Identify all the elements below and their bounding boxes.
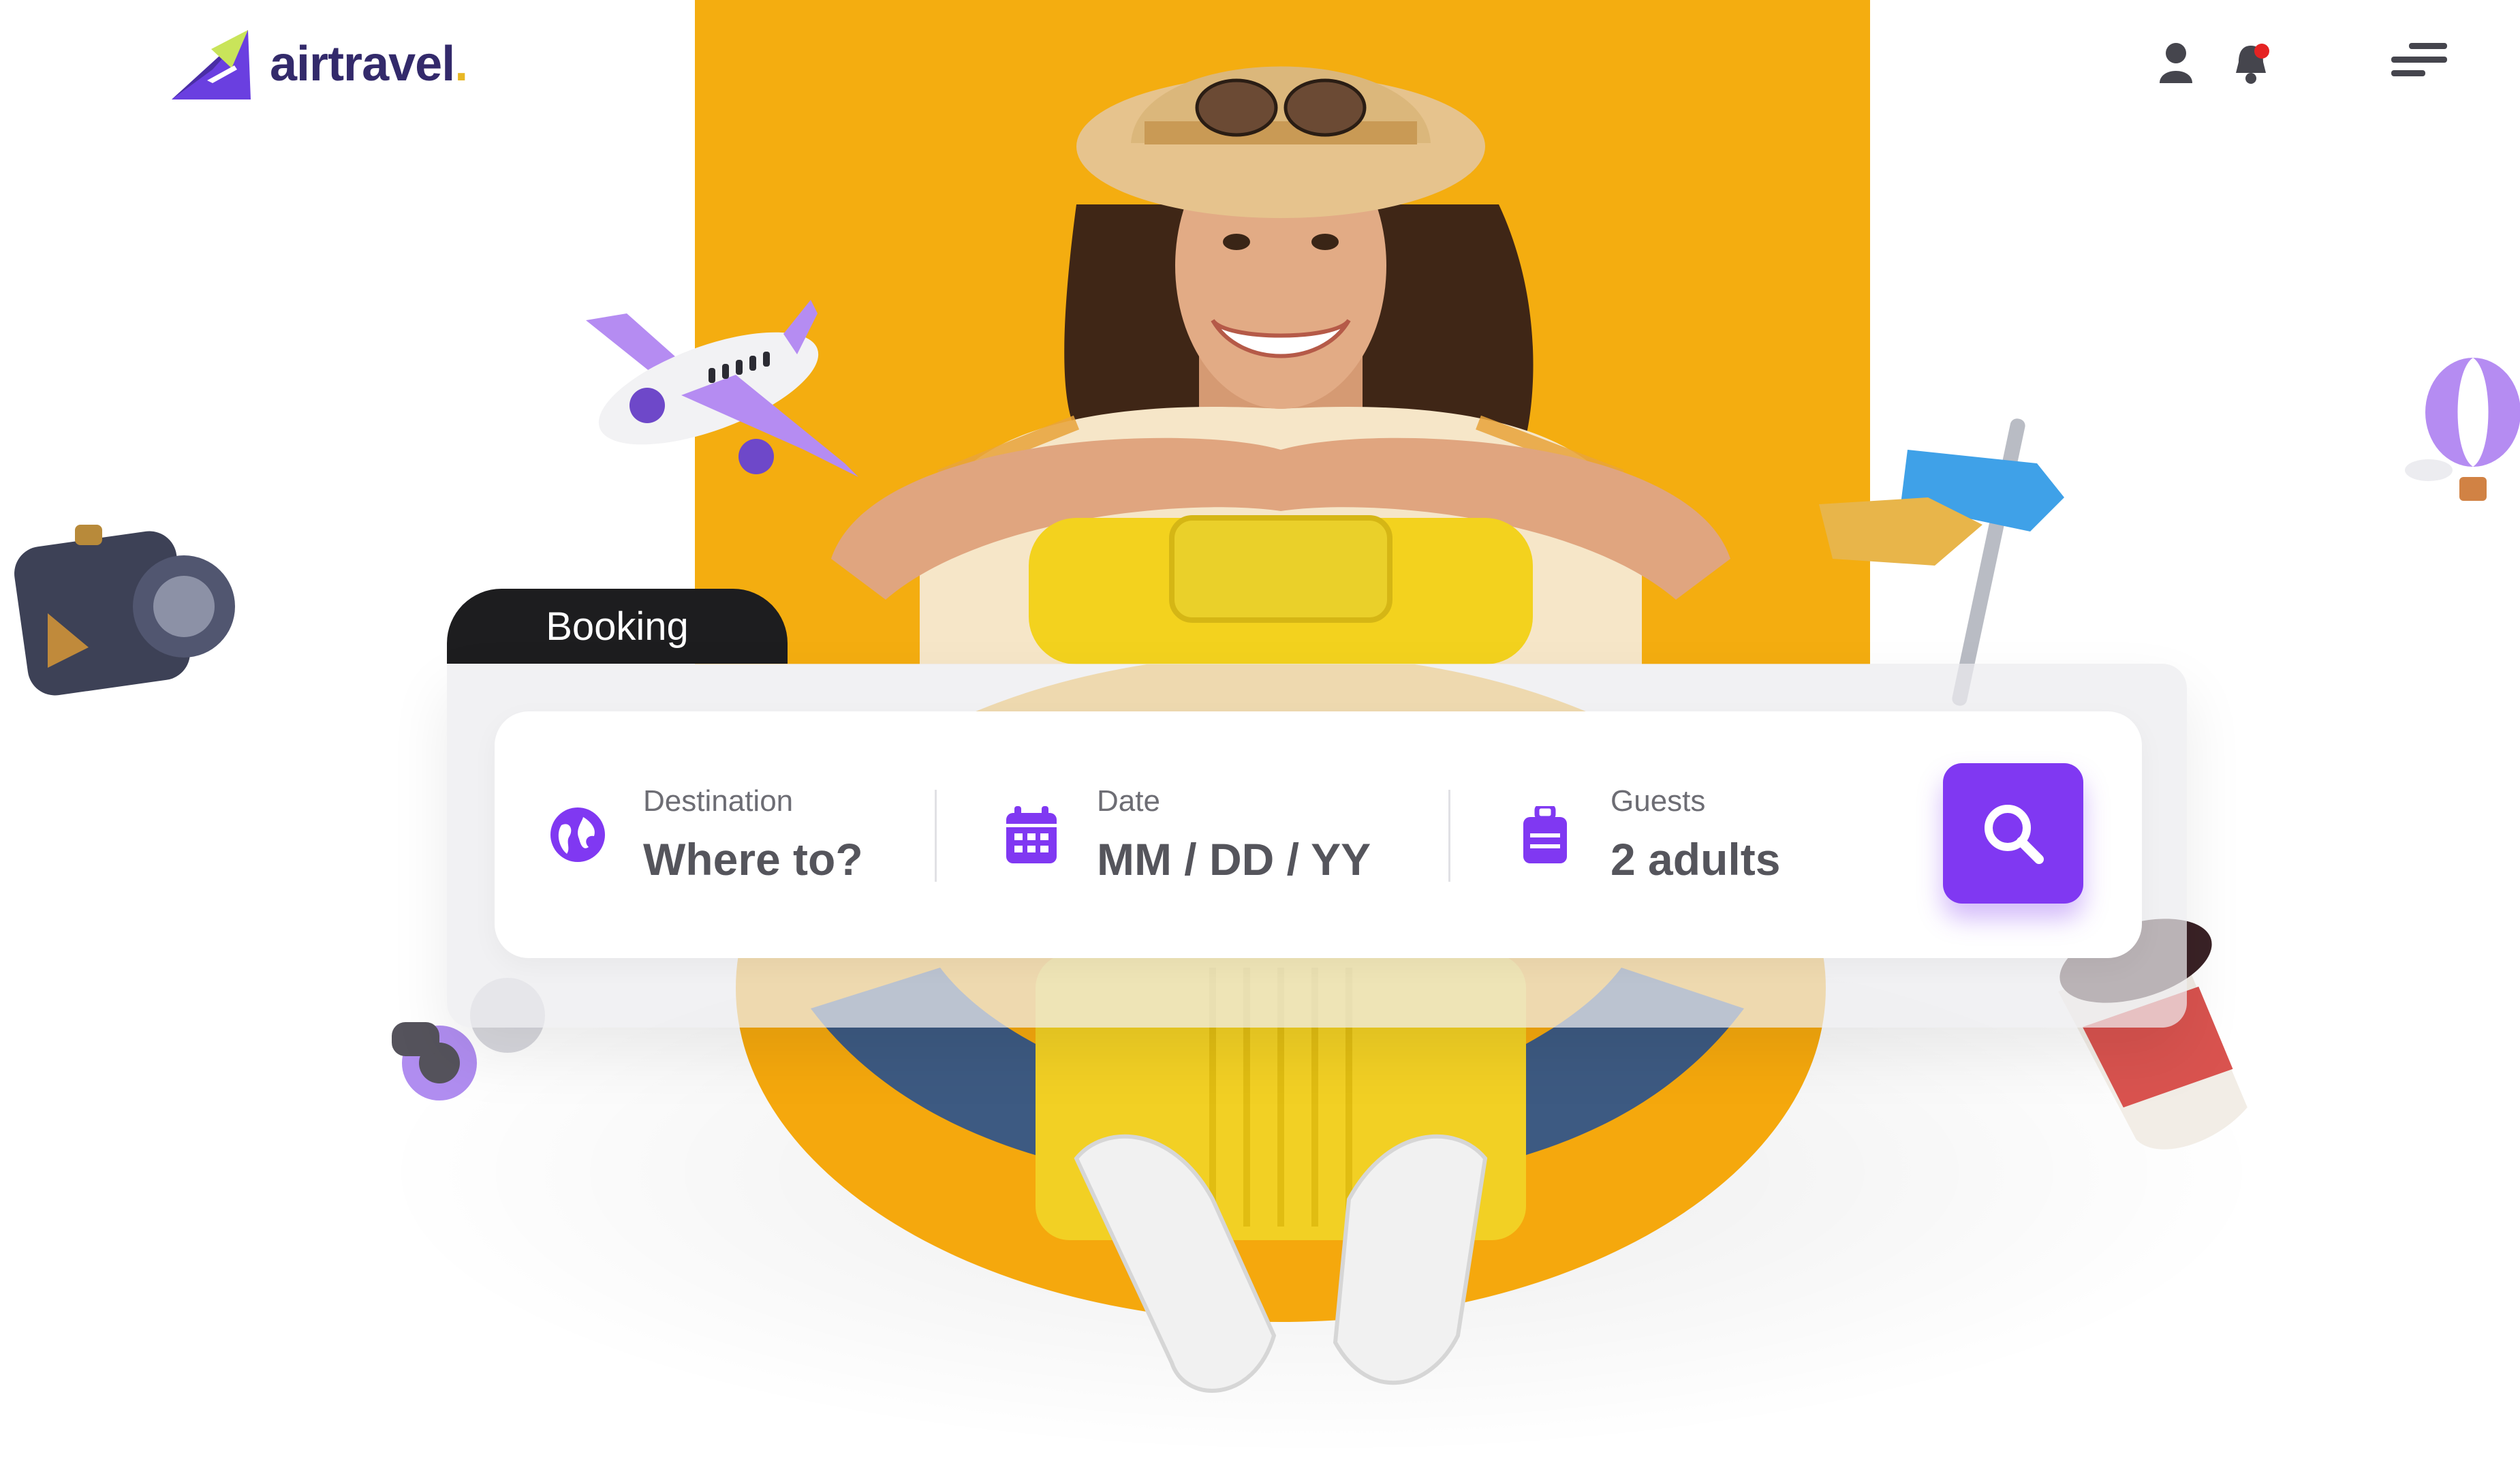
user-icon[interactable] <box>2154 40 2198 86</box>
brand-dot: . <box>454 37 468 91</box>
search-icon <box>1985 805 2044 864</box>
tab-booking-label: Booking <box>546 604 689 649</box>
menu-icon[interactable] <box>2391 42 2447 84</box>
tab-booking[interactable]: Booking <box>447 589 788 664</box>
logo-icon <box>172 30 251 99</box>
bell-icon[interactable] <box>2229 41 2273 87</box>
hot-air-balloon-icon <box>2405 358 2520 501</box>
guests-field[interactable]: Guests 2 adults <box>1516 711 1939 958</box>
brand-text: airtravel <box>270 37 455 91</box>
logo[interactable]: airtravel. <box>172 29 468 99</box>
date-value: MM / DD / YY <box>1097 834 1371 884</box>
guests-value: 2 adults <box>1611 834 1781 884</box>
airplane-icon <box>586 300 858 477</box>
destination-label: Destination <box>643 784 794 818</box>
calendar-icon <box>1003 806 1060 863</box>
guests-label: Guests <box>1611 784 1706 818</box>
brand-name: airtravel. <box>270 36 468 92</box>
luggage-icon <box>1516 806 1574 863</box>
divider <box>935 790 937 882</box>
globe-icon <box>549 806 606 863</box>
search-card: Destination Where to? Date MM / DD / YY … <box>495 711 2142 958</box>
camera-icon <box>14 525 235 696</box>
search-button[interactable] <box>1943 763 2083 904</box>
divider <box>1448 790 1450 882</box>
destination-value: Where to? <box>643 834 863 884</box>
destination-field[interactable]: Destination Where to? <box>549 711 917 958</box>
date-label: Date <box>1097 784 1160 818</box>
date-field[interactable]: Date MM / DD / YY <box>1003 711 1425 958</box>
